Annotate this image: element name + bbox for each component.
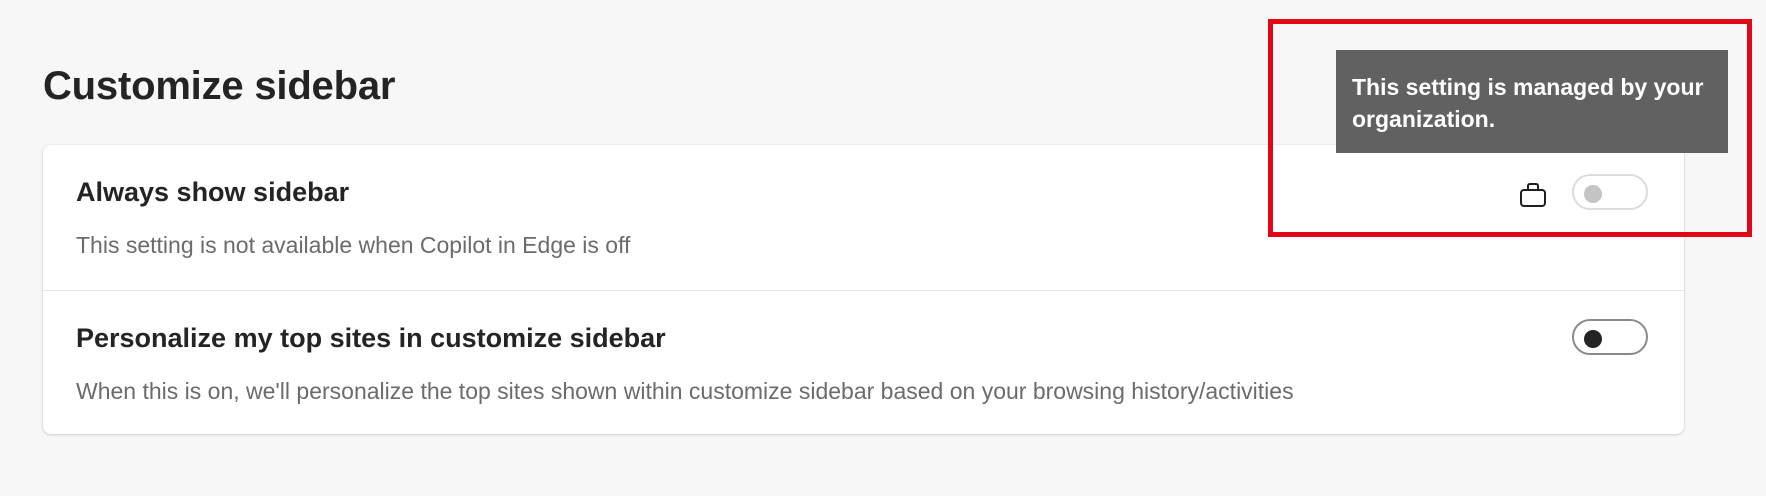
setting-description: When this is on, we'll personalize the t…	[76, 378, 1294, 404]
toggle-knob	[1584, 330, 1602, 348]
always-show-sidebar-toggle[interactable]	[1572, 174, 1648, 210]
settings-card: Always show sidebar This setting is not …	[43, 145, 1684, 434]
toggle-knob	[1584, 185, 1602, 203]
setting-row-always-show-sidebar: Always show sidebar This setting is not …	[43, 145, 1684, 291]
personalize-top-sites-toggle[interactable]	[1572, 319, 1648, 355]
briefcase-icon[interactable]	[1518, 181, 1548, 209]
setting-title: Personalize my top sites in customize si…	[76, 323, 666, 353]
settings-page: Customize sidebar Always show sidebar Th…	[0, 0, 1766, 496]
page-title: Customize sidebar	[43, 64, 396, 108]
managed-by-organization-tooltip: This setting is managed by your organiza…	[1336, 50, 1728, 153]
setting-description: This setting is not available when Copil…	[76, 232, 631, 258]
setting-row-personalize-top-sites: Personalize my top sites in customize si…	[43, 291, 1684, 434]
setting-title: Always show sidebar	[76, 177, 350, 207]
